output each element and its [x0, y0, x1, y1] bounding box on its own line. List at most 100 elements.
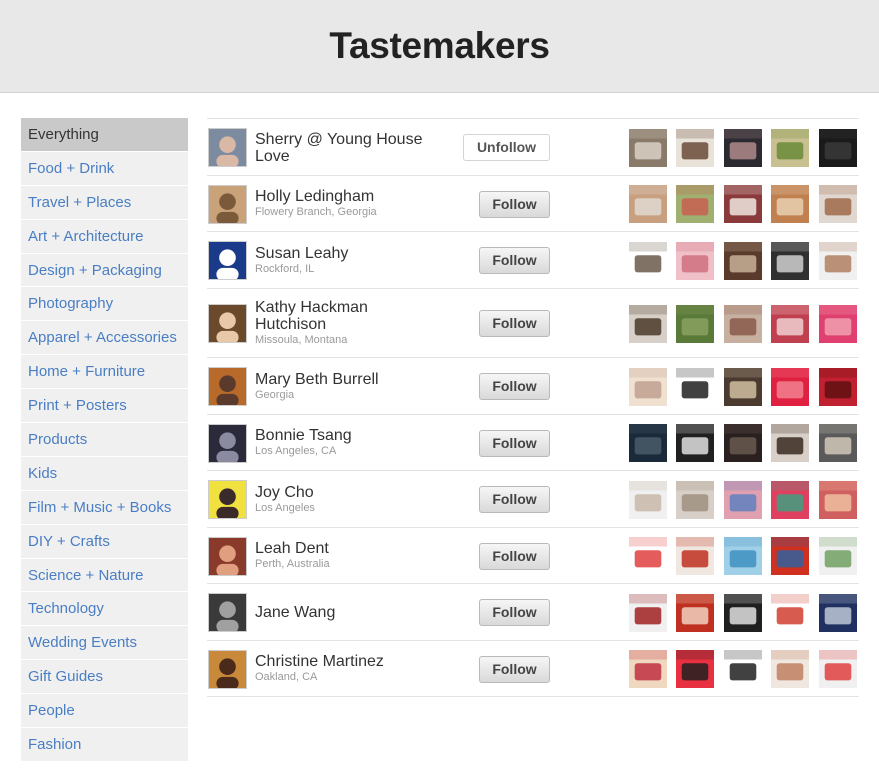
- avatar[interactable]: [208, 650, 247, 689]
- pin-thumbnail[interactable]: [676, 537, 714, 575]
- pin-thumbnail[interactable]: [676, 424, 714, 462]
- avatar[interactable]: [208, 304, 247, 343]
- pin-thumbnail[interactable]: [629, 650, 667, 688]
- pin-thumbnail[interactable]: [629, 424, 667, 462]
- avatar[interactable]: [208, 424, 247, 463]
- pin-thumbnail[interactable]: [771, 424, 809, 462]
- avatar[interactable]: [208, 537, 247, 576]
- pin-thumbnail[interactable]: [629, 594, 667, 632]
- avatar[interactable]: [208, 593, 247, 632]
- list-divider: [207, 696, 859, 697]
- pin-thumbnail[interactable]: [724, 594, 762, 632]
- pin-thumbnail[interactable]: [819, 424, 857, 462]
- pin-thumbnail[interactable]: [819, 594, 857, 632]
- user-name[interactable]: Jane Wang: [255, 604, 445, 621]
- follow-button[interactable]: Follow: [479, 656, 550, 683]
- follow-button[interactable]: Follow: [479, 543, 550, 570]
- avatar[interactable]: [208, 128, 247, 167]
- sidebar-item-print-posters[interactable]: Print + Posters: [21, 389, 188, 424]
- pin-thumbnail[interactable]: [724, 185, 762, 223]
- pin-thumbnail[interactable]: [724, 650, 762, 688]
- pin-thumbnail[interactable]: [629, 537, 667, 575]
- pin-thumbnail[interactable]: [819, 650, 857, 688]
- pin-thumbnail[interactable]: [676, 185, 714, 223]
- follow-button[interactable]: Follow: [479, 373, 550, 400]
- pin-thumbnail[interactable]: [629, 368, 667, 406]
- pin-thumbnail[interactable]: [676, 129, 714, 167]
- sidebar-item-science-nature[interactable]: Science + Nature: [21, 559, 188, 593]
- pin-thumbnail[interactable]: [724, 129, 762, 167]
- pin-thumbnail[interactable]: [819, 129, 857, 167]
- pin-thumbnail[interactable]: [819, 368, 857, 406]
- sidebar-item-everything[interactable]: Everything: [21, 118, 188, 152]
- sidebar-item-photography[interactable]: Photography: [21, 287, 188, 322]
- pin-thumbnail[interactable]: [819, 242, 857, 280]
- pin-thumbnail[interactable]: [676, 368, 714, 406]
- sidebar-item-food-drink[interactable]: Food + Drink: [21, 152, 188, 186]
- user-name[interactable]: Susan Leahy: [255, 245, 445, 262]
- user-name[interactable]: Leah Dent: [255, 540, 445, 557]
- sidebar-item-art-architecture[interactable]: Art + Architecture: [21, 220, 188, 254]
- follow-button[interactable]: Follow: [479, 310, 550, 337]
- sidebar-item-apparel-accessories[interactable]: Apparel + Accessories: [21, 321, 188, 356]
- pin-thumbnail[interactable]: [676, 305, 714, 343]
- pin-thumbnail[interactable]: [629, 242, 667, 280]
- pin-thumbnail[interactable]: [771, 537, 809, 575]
- sidebar-item-travel-places[interactable]: Travel + Places: [21, 186, 188, 220]
- avatar[interactable]: [208, 185, 247, 224]
- follow-button[interactable]: Follow: [479, 486, 550, 513]
- sidebar-item-technology[interactable]: Technology: [21, 592, 188, 627]
- follow-button[interactable]: Follow: [479, 430, 550, 457]
- avatar[interactable]: [208, 480, 247, 519]
- sidebar-item-wedding-events[interactable]: Wedding Events: [21, 626, 188, 661]
- unfollow-button[interactable]: Unfollow: [463, 134, 550, 161]
- pin-thumbnail[interactable]: [771, 129, 809, 167]
- pin-thumbnail[interactable]: [724, 537, 762, 575]
- user-name[interactable]: Joy Cho: [255, 484, 445, 501]
- sidebar-item-gift-guides[interactable]: Gift Guides: [21, 660, 188, 695]
- sidebar-item-diy-crafts[interactable]: DIY + Crafts: [21, 525, 188, 559]
- pin-thumbnail[interactable]: [724, 305, 762, 343]
- pin-thumbnail[interactable]: [771, 368, 809, 406]
- pin-thumbnail[interactable]: [676, 481, 714, 519]
- follow-button[interactable]: Follow: [479, 191, 550, 218]
- pin-thumbnail[interactable]: [771, 594, 809, 632]
- sidebar-item-design-packaging[interactable]: Design + Packaging: [21, 254, 188, 288]
- pin-thumbnail[interactable]: [676, 594, 714, 632]
- sidebar-item-people[interactable]: People: [21, 694, 188, 729]
- pin-thumbnail[interactable]: [724, 424, 762, 462]
- pin-thumbnail[interactable]: [771, 242, 809, 280]
- pin-thumbnail[interactable]: [724, 368, 762, 406]
- sidebar-item-home-furniture[interactable]: Home + Furniture: [21, 355, 188, 390]
- pin-thumbnail[interactable]: [819, 305, 857, 343]
- pin-thumbnail[interactable]: [724, 481, 762, 519]
- pin-thumbnail[interactable]: [771, 185, 809, 223]
- user-name[interactable]: Holly Ledingham: [255, 188, 445, 205]
- user-name[interactable]: Christine Martinez: [255, 653, 445, 670]
- sidebar-item-fashion[interactable]: Fashion: [21, 728, 188, 762]
- pin-thumbnail[interactable]: [771, 650, 809, 688]
- pin-thumbnail[interactable]: [676, 650, 714, 688]
- user-name[interactable]: Bonnie Tsang: [255, 427, 445, 444]
- pin-thumbnail[interactable]: [771, 481, 809, 519]
- avatar[interactable]: [208, 367, 247, 406]
- pin-thumbnail[interactable]: [629, 185, 667, 223]
- sidebar-item-products[interactable]: Products: [21, 423, 188, 457]
- pin-thumbnail[interactable]: [629, 129, 667, 167]
- user-name[interactable]: Mary Beth Burrell: [255, 371, 445, 388]
- follow-button[interactable]: Follow: [479, 247, 550, 274]
- pin-thumbnail[interactable]: [819, 481, 857, 519]
- avatar[interactable]: [208, 241, 247, 280]
- pin-thumbnail[interactable]: [819, 185, 857, 223]
- pin-thumbnail[interactable]: [629, 305, 667, 343]
- follow-button[interactable]: Follow: [479, 599, 550, 626]
- sidebar-item-film-music-books[interactable]: Film + Music + Books: [21, 491, 188, 525]
- sidebar-item-kids[interactable]: Kids: [21, 457, 188, 491]
- pin-thumbnail[interactable]: [724, 242, 762, 280]
- user-name[interactable]: Kathy Hackman Hutchison: [255, 299, 395, 333]
- pin-thumbnail[interactable]: [629, 481, 667, 519]
- pin-thumbnail[interactable]: [819, 537, 857, 575]
- user-name[interactable]: Sherry @ Young House Love: [255, 131, 435, 165]
- pin-thumbnail[interactable]: [676, 242, 714, 280]
- pin-thumbnail[interactable]: [771, 305, 809, 343]
